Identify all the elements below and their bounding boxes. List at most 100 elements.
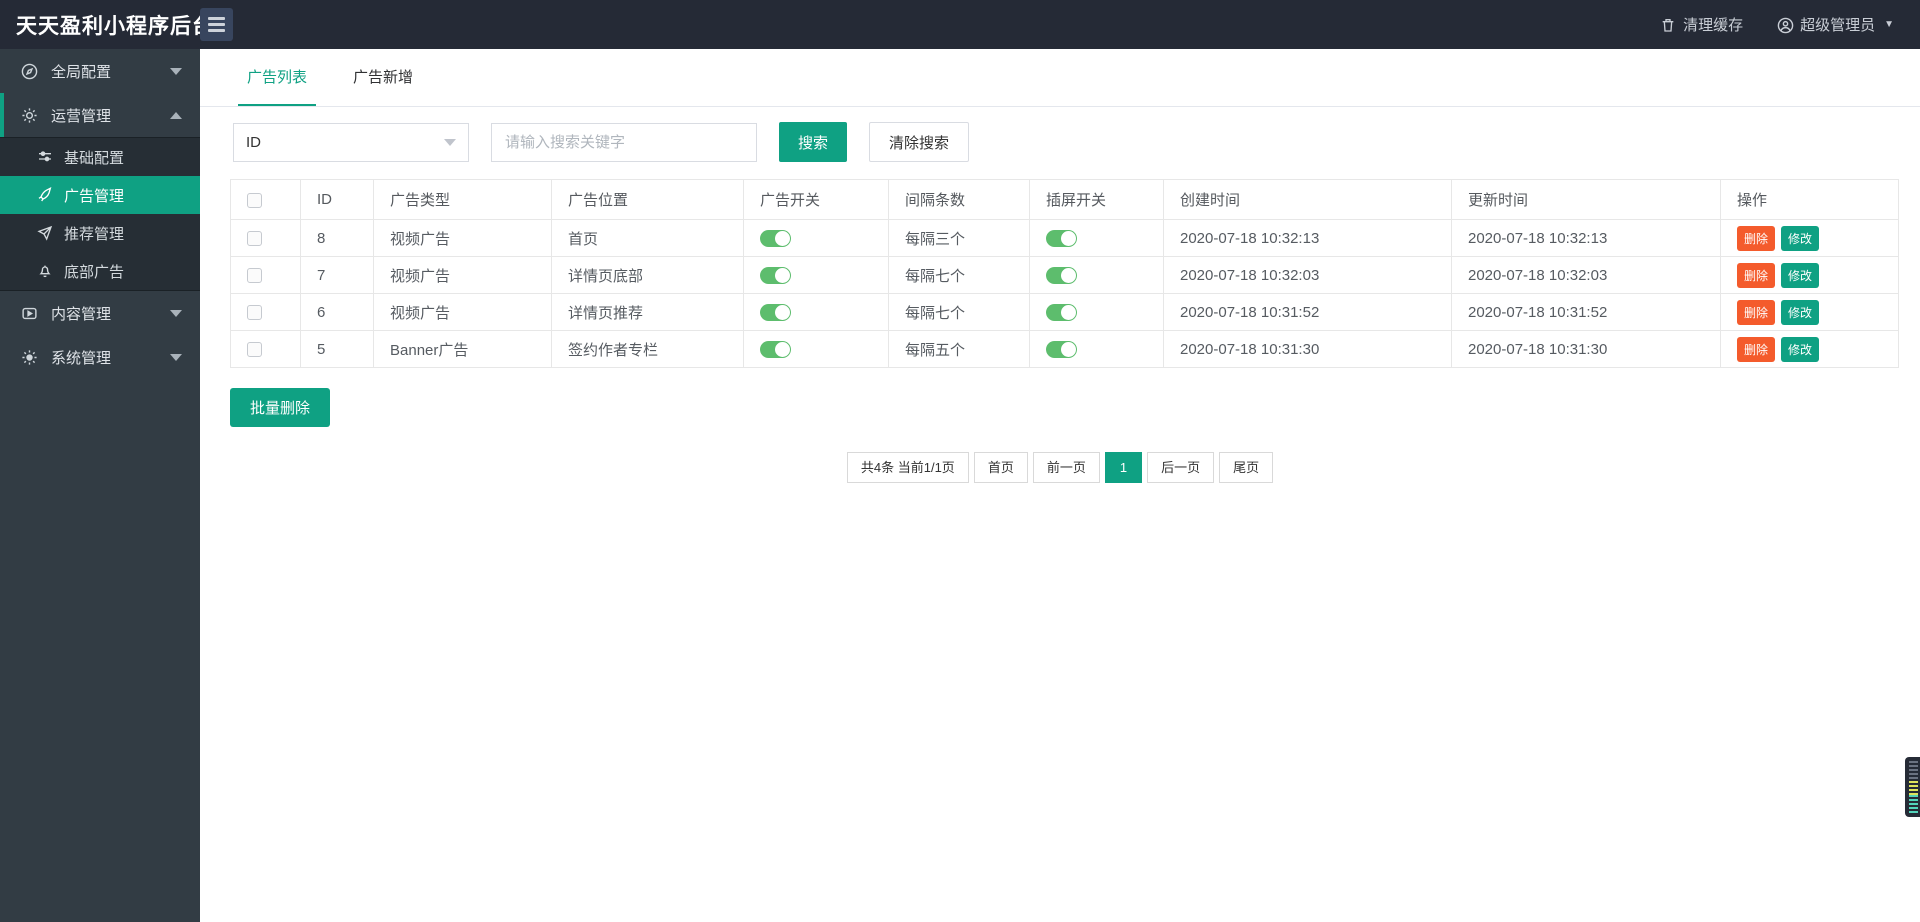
bell-icon xyxy=(37,263,53,279)
cell-ad-position: 详情页推荐 xyxy=(551,293,744,331)
cell-ad-type: Banner广告 xyxy=(373,330,552,368)
search-input[interactable] xyxy=(491,122,757,162)
col-header-created: 创建时间 xyxy=(1163,179,1452,220)
cell-interval: 每隔七个 xyxy=(888,256,1030,294)
cell-updated: 2020-07-18 10:31:30 xyxy=(1451,330,1721,368)
row-checkbox[interactable] xyxy=(247,268,262,284)
user-menu[interactable]: 超级管理员 ▼ xyxy=(1777,14,1894,35)
ad-switch-toggle[interactable] xyxy=(760,303,791,321)
cell-ad-type: 视频广告 xyxy=(373,293,552,331)
cell-created: 2020-07-18 10:31:30 xyxy=(1163,330,1452,368)
cell-ad-type: 视频广告 xyxy=(373,219,552,257)
cell-interval: 每隔七个 xyxy=(888,293,1030,331)
sidebar-item-label: 内容管理 xyxy=(51,305,112,323)
col-header-id: ID xyxy=(300,179,374,220)
cell-id: 8 xyxy=(300,219,374,257)
edit-button[interactable]: 修改 xyxy=(1781,225,1820,251)
chevron-down-icon xyxy=(444,138,456,146)
chevron-down-icon xyxy=(170,353,182,361)
chevron-down-icon xyxy=(170,67,182,75)
tab-ad-list[interactable]: 广告列表 xyxy=(238,49,317,106)
row-checkbox[interactable] xyxy=(247,342,262,358)
chevron-up-icon xyxy=(170,111,182,119)
table-row: 7 视频广告 详情页底部 每隔七个 2020-07-18 10:32:03 20… xyxy=(230,256,1899,294)
sliders-icon xyxy=(37,149,53,165)
col-header-ad-type: 广告类型 xyxy=(373,179,552,220)
sidebar-item-content-management[interactable]: 内容管理 xyxy=(0,291,200,335)
clear-cache-label: 清理缓存 xyxy=(1683,17,1744,34)
insert-switch-toggle[interactable] xyxy=(1046,229,1077,247)
pagination-summary: 共4条 当前1/1页 xyxy=(846,452,969,483)
cell-interval: 每隔五个 xyxy=(888,330,1030,368)
table-row: 5 Banner广告 签约作者专栏 每隔五个 2020-07-18 10:31:… xyxy=(230,330,1899,368)
video-icon xyxy=(21,305,38,322)
topbar-right: 清理缓存 超级管理员 ▼ xyxy=(1660,14,1920,35)
table-row: 8 视频广告 首页 每隔三个 2020-07-18 10:32:13 2020-… xyxy=(230,219,1899,257)
pagination-first[interactable]: 首页 xyxy=(973,452,1028,483)
edit-button[interactable]: 修改 xyxy=(1781,336,1820,362)
delete-button[interactable]: 删除 xyxy=(1737,262,1776,288)
pagination: 共4条 当前1/1页 首页 前一页 1 后一页 尾页 xyxy=(200,452,1920,483)
user-name: 超级管理员 xyxy=(1800,17,1876,34)
delete-button[interactable]: 删除 xyxy=(1737,299,1776,325)
hamburger-menu-icon[interactable] xyxy=(200,8,233,41)
pagination-prev[interactable]: 前一页 xyxy=(1032,452,1100,483)
cell-id: 7 xyxy=(300,256,374,294)
cell-updated: 2020-07-18 10:32:13 xyxy=(1451,219,1721,257)
pagination-last[interactable]: 尾页 xyxy=(1219,452,1274,483)
tab-ad-create[interactable]: 广告新增 xyxy=(344,49,422,106)
search-button[interactable]: 搜索 xyxy=(779,122,848,162)
cell-ad-type: 视频广告 xyxy=(373,256,552,294)
delete-button[interactable]: 删除 xyxy=(1737,336,1776,362)
select-all-checkbox[interactable] xyxy=(247,192,262,208)
cell-updated: 2020-07-18 10:32:03 xyxy=(1451,256,1721,294)
sidebar-item-operation[interactable]: 运营管理 xyxy=(0,93,200,137)
row-checkbox[interactable] xyxy=(247,305,262,321)
edit-button[interactable]: 修改 xyxy=(1781,262,1820,288)
sidebar-item-global-config[interactable]: 全局配置 xyxy=(0,49,200,93)
sidebar: 全局配置 运营管理 基础配置 广告管理 推荐管理 底部广告 内容管理 系统管理 xyxy=(0,49,200,922)
delete-button[interactable]: 删除 xyxy=(1737,225,1776,251)
sidebar-item-bottom-ad[interactable]: 底部广告 xyxy=(0,252,200,290)
sidebar-item-label: 广告管理 xyxy=(64,187,125,205)
sidebar-item-system-management[interactable]: 系统管理 xyxy=(0,335,200,379)
ad-switch-toggle[interactable] xyxy=(760,229,791,247)
insert-switch-toggle[interactable] xyxy=(1046,303,1077,321)
sidebar-item-label: 全局配置 xyxy=(51,63,112,81)
batch-delete-button[interactable]: 批量删除 xyxy=(230,388,331,427)
app-title: 天天盈利小程序后台 xyxy=(16,14,214,38)
sidebar-item-label: 底部广告 xyxy=(64,263,125,281)
floating-console-widget[interactable] xyxy=(1905,757,1920,817)
chevron-down-icon xyxy=(170,309,182,317)
ad-switch-toggle[interactable] xyxy=(760,266,791,284)
sidebar-item-recommend-management[interactable]: 推荐管理 xyxy=(0,214,200,252)
main-content: 广告列表 广告新增 ID 搜索 清除搜索 ID 广告类型 广告位置 广告开关 间… xyxy=(200,0,1920,483)
sidebar-item-label: 基础配置 xyxy=(64,149,125,167)
cell-created: 2020-07-18 10:31:52 xyxy=(1163,293,1452,331)
insert-switch-toggle[interactable] xyxy=(1046,266,1077,284)
sidebar-item-ad-management[interactable]: 广告管理 xyxy=(0,176,200,214)
row-checkbox[interactable] xyxy=(247,231,262,247)
clear-search-button[interactable]: 清除搜索 xyxy=(869,122,970,162)
cell-ad-position: 首页 xyxy=(551,219,744,257)
ad-switch-toggle[interactable] xyxy=(760,340,791,358)
col-header-interval: 间隔条数 xyxy=(888,179,1030,220)
pagination-page-1[interactable]: 1 xyxy=(1104,452,1143,483)
search-field-value: ID xyxy=(246,133,261,151)
edit-button[interactable]: 修改 xyxy=(1781,299,1820,325)
sidebar-item-label: 系统管理 xyxy=(51,349,112,367)
cell-id: 5 xyxy=(300,330,374,368)
sidebar-item-basic-config[interactable]: 基础配置 xyxy=(0,138,200,176)
table-header-row: ID 广告类型 广告位置 广告开关 间隔条数 插屏开关 创建时间 更新时间 操作 xyxy=(230,179,1899,220)
clear-cache-button[interactable]: 清理缓存 xyxy=(1660,14,1743,35)
search-bar: ID 搜索 清除搜索 xyxy=(233,122,1920,162)
gear-icon xyxy=(21,349,38,366)
col-header-operation: 操作 xyxy=(1720,179,1899,220)
cell-interval: 每隔三个 xyxy=(888,219,1030,257)
col-header-updated: 更新时间 xyxy=(1451,179,1721,220)
pagination-next[interactable]: 后一页 xyxy=(1147,452,1215,483)
insert-switch-toggle[interactable] xyxy=(1046,340,1077,358)
table-row: 6 视频广告 详情页推荐 每隔七个 2020-07-18 10:31:52 20… xyxy=(230,293,1899,331)
col-header-ad-switch: 广告开关 xyxy=(743,179,889,220)
search-field-select[interactable]: ID xyxy=(233,122,469,162)
